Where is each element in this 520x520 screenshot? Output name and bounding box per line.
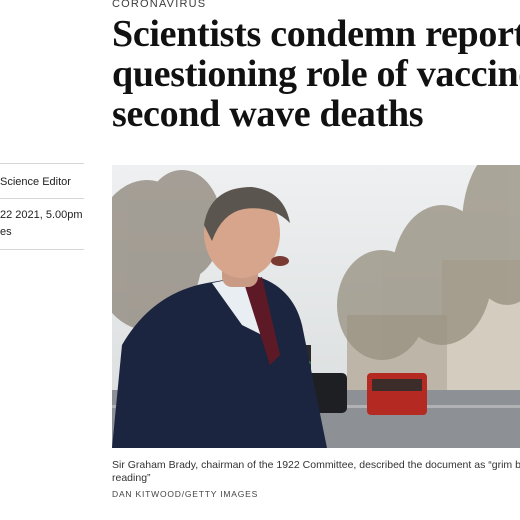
date-row: 22 2021, 5.00pm es: [0, 198, 84, 250]
headline-line: second wave deaths: [112, 93, 424, 135]
headline: Scientists condemn report questioning ro…: [112, 14, 520, 134]
headline-line: Scientists condemn report: [112, 13, 520, 55]
updated-time: es: [0, 226, 12, 238]
headline-line: questioning role of vaccine: [112, 53, 520, 95]
caption-line: reading”: [112, 472, 151, 484]
byline-role[interactable]: Science Editor: [0, 176, 71, 188]
caption-line: Sir Graham Brady, chairman of the 1922 C…: [112, 459, 520, 471]
byline-row: Science Editor: [0, 163, 84, 198]
photo-caption: Sir Graham Brady, chairman of the 1922 C…: [112, 459, 520, 485]
article-photo[interactable]: [112, 165, 520, 448]
publish-date: 22 2021, 5.00pm: [0, 209, 83, 221]
photo-credit: DAN KITWOOD/GETTY IMAGES: [112, 489, 259, 499]
article-meta-sidebar: Science Editor 22 2021, 5.00pm es: [0, 163, 84, 250]
section-label[interactable]: CORONAVIRUS: [112, 0, 206, 10]
